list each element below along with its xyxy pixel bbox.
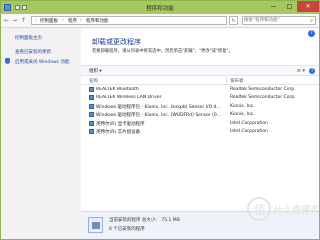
program-publisher: Intel Corporation bbox=[230, 128, 268, 134]
program-list: REALTEK Bluetooth Realtek Semiconductor … bbox=[81, 86, 319, 136]
breadcrumb-programs-and-features[interactable]: 程序和功能 bbox=[86, 18, 109, 24]
programs-window: 程序和功能 — □ ✕ ← → ↑ › 控制面板 › 程序 › 程序和功能 ↻ … bbox=[0, 0, 320, 240]
main-content: ? 卸载或更改程序 若要卸载程序，请从列表中将其选中，然后单击"卸载"、"更改"… bbox=[81, 28, 319, 239]
maximize-button[interactable]: □ bbox=[282, 1, 297, 12]
sidebar: 控制面板主页 查看已安装的更新 启用或关闭 Windows 功能 bbox=[1, 28, 81, 239]
program-icon bbox=[89, 128, 94, 134]
breadcrumb-programs[interactable]: 程序 bbox=[68, 18, 77, 24]
program-icon bbox=[89, 95, 94, 101]
program-row[interactable]: Windows 驱动程序包 - Kionix, Inc. (kxspb) Sen… bbox=[81, 103, 319, 111]
program-icon bbox=[89, 87, 94, 92]
shield-icon bbox=[5, 58, 10, 64]
column-header-publisher[interactable]: 发布者 bbox=[230, 78, 244, 84]
back-button[interactable]: ← bbox=[3, 17, 10, 24]
help-icon[interactable]: ? bbox=[308, 30, 315, 37]
column-header-name[interactable]: 名称 bbox=[89, 78, 98, 84]
column-divider[interactable] bbox=[226, 76, 227, 85]
breadcrumb-separator: › bbox=[35, 18, 37, 23]
search-input[interactable] bbox=[244, 17, 304, 24]
program-row[interactable]: REALTEK Wireless LAN Driver Realtek Semi… bbox=[81, 94, 319, 102]
refresh-button[interactable]: ↻ bbox=[229, 16, 238, 25]
column-headers: 名称 发布者 bbox=[81, 76, 319, 85]
breadcrumb-control-panel[interactable]: 控制面板 bbox=[40, 18, 58, 24]
details-pane: 当前安装的程序 总大小： 75.1 MB 6 个已安装的程序 bbox=[81, 211, 319, 239]
program-name: REALTEK Wireless LAN Driver bbox=[96, 95, 162, 101]
installed-programs-icon bbox=[88, 217, 103, 233]
up-button[interactable]: ↑ bbox=[20, 17, 27, 24]
address-bar: ← → ↑ › 控制面板 › 程序 › 程序和功能 ↻ ⌕ bbox=[1, 14, 319, 28]
minimize-button[interactable]: — bbox=[266, 1, 281, 12]
program-publisher: Kionix, Inc. bbox=[230, 112, 255, 118]
program-name: Windows 驱动程序包 - Kionix, Inc. (kxspb) Sen… bbox=[96, 104, 221, 110]
program-name: REALTEK Bluetooth bbox=[96, 87, 139, 92]
details-total-size: 当前安装的程序 总大小： 75.1 MB bbox=[109, 218, 180, 223]
close-button[interactable]: ✕ bbox=[297, 1, 319, 12]
command-bar: 组织 ▾ ≡ ▾ ? bbox=[81, 65, 319, 76]
program-icon bbox=[89, 120, 94, 126]
program-name: Windows 驱动程序包 - Kionix, Inc. (WUDFRd) Se… bbox=[96, 113, 222, 119]
program-name: 英特尔(R) 显卡驱动程序 bbox=[96, 121, 145, 127]
title-bar: 程序和功能 — □ ✕ bbox=[1, 1, 319, 14]
search-icon[interactable]: ⌕ bbox=[310, 18, 313, 24]
program-publisher: Intel Corporation bbox=[230, 120, 268, 126]
program-row[interactable]: REALTEK Bluetooth Realtek Semiconductor … bbox=[81, 86, 319, 94]
help-icon[interactable]: ? bbox=[309, 68, 315, 74]
breadcrumb[interactable]: › 控制面板 › 程序 › 程序和功能 bbox=[31, 16, 227, 25]
program-icon bbox=[89, 103, 94, 109]
sidebar-link-control-panel-home[interactable]: 控制面板主页 bbox=[15, 35, 42, 41]
page-description: 若要卸载程序，请从列表中将其选中，然后单击"卸载"、"更改"或"修复"。 bbox=[92, 49, 233, 54]
search-box[interactable]: ⌕ bbox=[242, 16, 316, 25]
program-name: 英特尔(R) 芯片组设备 bbox=[96, 129, 141, 135]
page-title: 卸载或更改程序 bbox=[92, 38, 141, 46]
program-row[interactable]: 英特尔(R) 芯片组设备 Intel Corporation bbox=[81, 128, 319, 136]
breadcrumb-separator: › bbox=[62, 18, 64, 23]
program-publisher: Kionix, Inc. bbox=[230, 103, 255, 109]
program-row[interactable]: Windows 驱动程序包 - Kionix, Inc. (WUDFRd) Se… bbox=[81, 111, 319, 119]
forward-button[interactable]: → bbox=[11, 17, 18, 24]
organize-menu-button[interactable]: 组织 ▾ bbox=[89, 68, 102, 74]
program-icon bbox=[89, 112, 94, 118]
view-options-icon[interactable]: ≡ ▾ bbox=[297, 68, 305, 74]
sidebar-link-installed-updates[interactable]: 查看已安装的更新 bbox=[15, 49, 51, 55]
program-publisher: Realtek Semiconductor Corp. bbox=[230, 87, 296, 92]
breadcrumb-separator: › bbox=[80, 18, 82, 23]
sidebar-link-windows-features[interactable]: 启用或关闭 Windows 功能 bbox=[15, 59, 69, 65]
program-publisher: Realtek Semiconductor Corp. bbox=[230, 95, 296, 101]
details-program-count: 6 个已安装的程序 bbox=[109, 227, 145, 232]
program-row[interactable]: 英特尔(R) 显卡驱动程序 Intel Corporation bbox=[81, 120, 319, 128]
